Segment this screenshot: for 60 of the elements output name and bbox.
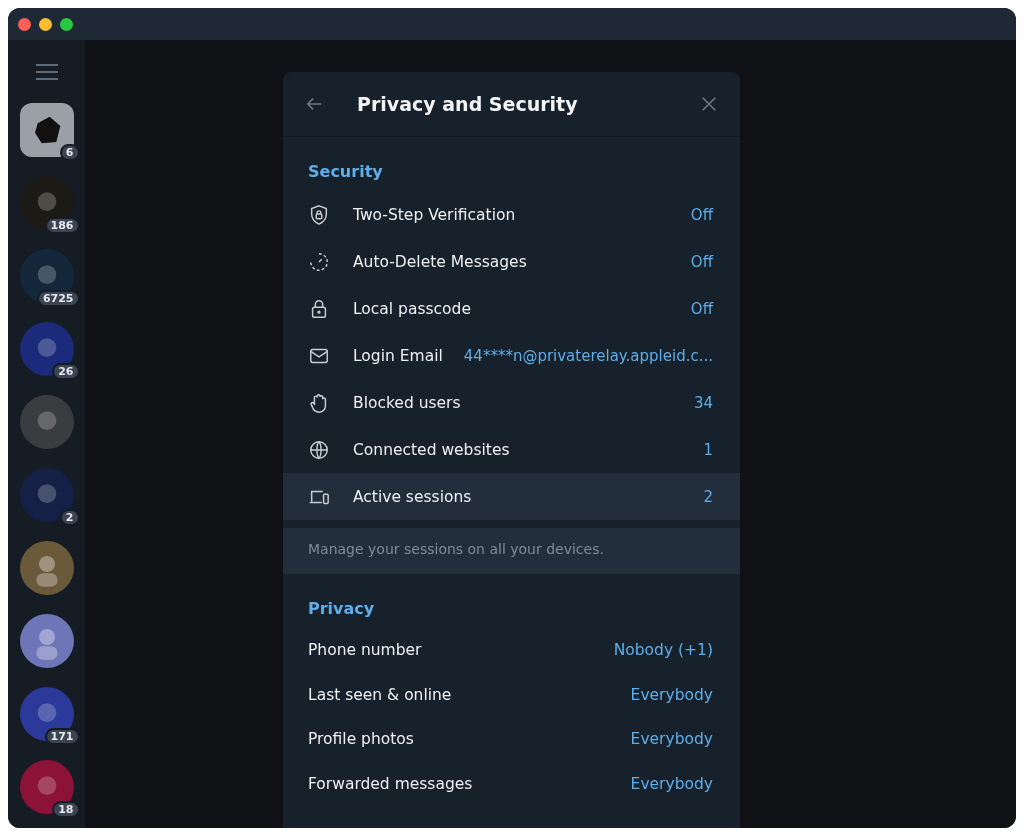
row-label: Profile photos — [308, 730, 414, 749]
chat-avatar[interactable] — [19, 322, 74, 376]
row-value: Everybody — [629, 730, 713, 749]
settings-row[interactable]: Phone number Nobody (+1) — [283, 628, 740, 673]
chat-avatar[interactable] — [19, 103, 74, 157]
maximize-window-icon[interactable] — [60, 17, 73, 31]
settings-row[interactable]: Active sessions 2 — [283, 473, 740, 520]
section-heading: Security — [307, 161, 384, 183]
settings-row[interactable]: Two-Step Verification Off — [283, 191, 740, 238]
row-value: Nobody (+1) — [612, 641, 713, 660]
row-value: Everybody — [629, 774, 713, 793]
settings-row[interactable]: Forwarded messages Everybody — [283, 761, 740, 806]
minimize-window-icon[interactable] — [39, 17, 52, 31]
close-icon[interactable] — [700, 95, 718, 113]
menu-icon[interactable] — [35, 64, 58, 80]
row-label: Blocked users — [353, 393, 461, 412]
chat-avatar[interactable] — [19, 687, 74, 741]
close-window-icon[interactable] — [18, 17, 31, 31]
settings-row[interactable]: Auto-Delete Messages Off — [283, 238, 740, 285]
settings-row[interactable]: Blocked users 34 — [283, 379, 740, 426]
chat-avatar[interactable] — [19, 760, 74, 814]
row-label: Last seen & online — [308, 685, 452, 704]
row-value: Everybody — [629, 685, 713, 704]
settings-row[interactable]: Profile photos Everybody — [283, 717, 740, 762]
globe-icon — [308, 438, 330, 461]
unread-badge: 186 — [44, 217, 80, 234]
timer-icon — [308, 250, 330, 273]
unread-badge: 171 — [44, 728, 80, 745]
unread-badge: 2 — [59, 509, 80, 526]
row-value: 44****n@privaterelay.appleid.c... — [462, 346, 713, 365]
row-label: Forwarded messages — [308, 774, 473, 793]
back-icon[interactable] — [305, 95, 323, 113]
row-label: Two-Step Verification — [353, 205, 516, 224]
settings-row[interactable]: Connected websites 1 — [283, 426, 740, 473]
row-label: Login Email — [353, 346, 443, 365]
chat-avatar[interactable] — [19, 614, 74, 668]
row-label: Local passcode — [353, 299, 471, 318]
unread-badge: 18 — [52, 801, 80, 818]
unread-badge: 6725 — [36, 290, 80, 307]
chat-avatar[interactable] — [19, 249, 74, 303]
dialog-title: Privacy and Security — [357, 93, 578, 115]
chat-avatar[interactable] — [19, 541, 74, 595]
row-value: 1 — [702, 440, 713, 459]
shield-icon — [308, 203, 330, 226]
row-label: Active sessions — [353, 487, 472, 506]
section-note: Manage your sessions on all your devices. — [283, 528, 740, 574]
row-label: Connected websites — [353, 440, 510, 459]
unread-badge: 26 — [52, 363, 80, 380]
section-heading: Privacy — [307, 598, 376, 620]
settings-row[interactable]: Login Email 44****n@privaterelay.appleid.c... — [283, 332, 740, 379]
row-value: 34 — [692, 393, 713, 412]
row-value: Off — [689, 252, 713, 271]
chat-avatar[interactable] — [19, 176, 74, 230]
settings-row[interactable]: Last seen & online Everybody — [283, 672, 740, 717]
row-label: Phone number — [308, 641, 422, 660]
row-value: Off — [689, 205, 713, 224]
row-label: Auto-Delete Messages — [353, 252, 527, 271]
row-value: Off — [689, 299, 713, 318]
settings-row[interactable]: Local passcode Off — [283, 285, 740, 332]
row-value: 2 — [702, 487, 713, 506]
